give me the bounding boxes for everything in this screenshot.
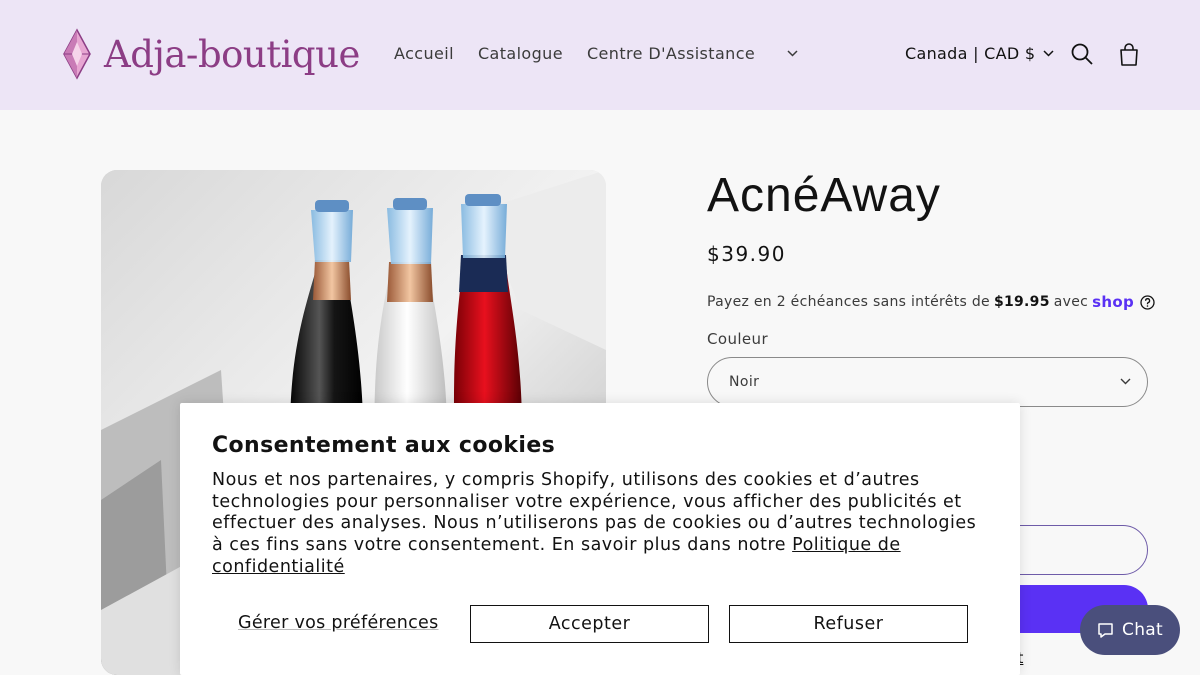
product-price: $39.90 bbox=[707, 242, 786, 266]
chat-button[interactable]: Chat bbox=[1080, 605, 1180, 655]
cookie-title: Consentement aux cookies bbox=[212, 433, 556, 458]
site-header: Adja-boutique Accueil Catalogue Centre D… bbox=[0, 0, 1200, 110]
logo[interactable]: Adja-boutique bbox=[60, 28, 360, 80]
nav-item-assistance-label: Centre D'Assistance bbox=[586, 44, 756, 63]
gem-logo-icon bbox=[63, 28, 91, 80]
color-select[interactable]: Noir bbox=[707, 357, 1148, 407]
accept-button[interactable]: Accepter bbox=[470, 605, 709, 643]
product-title: AcnéAway bbox=[707, 169, 941, 222]
installments-suffix: avec bbox=[1053, 294, 1089, 310]
main-nav: Accueil Catalogue Centre D'Assistance bbox=[394, 44, 822, 63]
chevron-down-icon bbox=[1120, 378, 1131, 385]
refuse-button[interactable]: Refuser bbox=[729, 605, 968, 643]
installments-amount: $19.95 bbox=[993, 294, 1050, 310]
chat-bubble-icon bbox=[1098, 622, 1113, 638]
chat-label: Chat bbox=[1122, 620, 1163, 640]
question-icon[interactable] bbox=[1140, 294, 1155, 310]
cookie-text: Nous et nos partenaires, y compris Shopi… bbox=[212, 470, 992, 579]
locale-selector[interactable]: Canada | CAD $ bbox=[905, 44, 1054, 63]
shop-pay-logo: shop bbox=[1092, 293, 1134, 311]
locale-label: Canada | CAD $ bbox=[905, 44, 1036, 63]
chevron-down-icon bbox=[1043, 50, 1054, 57]
manage-preferences-link[interactable]: Gérer vos préférences bbox=[238, 613, 439, 633]
nav-item-catalogue[interactable]: Catalogue bbox=[478, 44, 563, 63]
installments-info: Payez en 2 échéances sans intérêts de $1… bbox=[707, 293, 1155, 311]
nav-item-assistance[interactable]: Centre D'Assistance bbox=[587, 44, 798, 63]
color-select-value: Noir bbox=[729, 374, 760, 390]
search-icon[interactable] bbox=[1071, 43, 1093, 65]
installments-prefix: Payez en 2 échéances sans intérêts de bbox=[707, 294, 990, 310]
logo-text: Adja-boutique bbox=[104, 32, 360, 76]
cart-icon[interactable] bbox=[1118, 43, 1140, 67]
color-label: Couleur bbox=[707, 330, 769, 348]
cookie-banner: Consentement aux cookies Nous et nos par… bbox=[180, 403, 1020, 675]
chevron-down-icon bbox=[787, 50, 798, 57]
nav-item-accueil[interactable]: Accueil bbox=[394, 44, 454, 63]
